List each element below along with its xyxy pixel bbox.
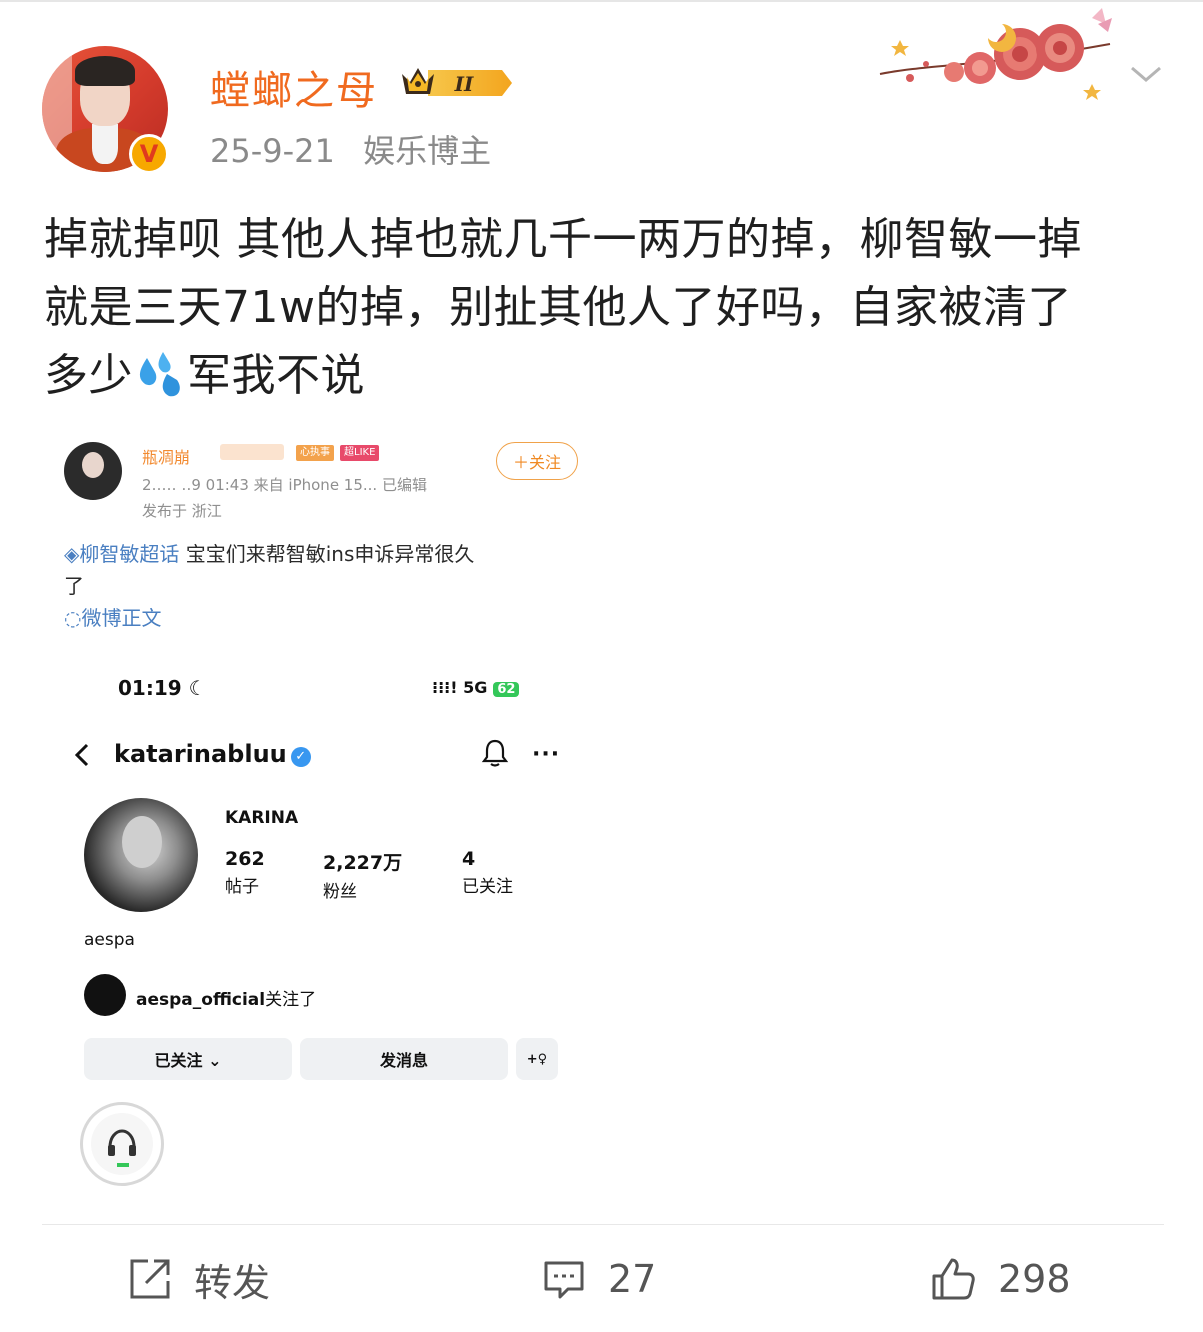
top-divider: [0, 0, 1203, 2]
more-options-icon: ···: [532, 742, 561, 767]
embed-post-text: ◈柳智敏超话 宝宝们来帮智敏ins申诉异常很久了: [64, 538, 484, 602]
like-button[interactable]: 298: [930, 1252, 1071, 1306]
ig-message-button: 发消息: [300, 1038, 508, 1080]
ig-stat-followers: 2,227万 粉丝: [323, 852, 403, 902]
sweat-droplets-icon: [139, 352, 180, 397]
chevron-down-icon[interactable]: [1128, 62, 1164, 86]
embed-badge-1: 心执事: [296, 445, 334, 461]
back-arrow-icon: [74, 743, 89, 767]
ig-username: katarinabluu ✓: [114, 740, 311, 768]
post-text-line-3: 多少 军我不说: [44, 342, 1174, 410]
ig-following-button: 已关注 ⌄: [84, 1038, 292, 1080]
embedded-screenshot[interactable]: 瓶凋崩 心执事 超LIKE ＋关注 2…‥ ‥9 01:43 来自 iPhone…: [44, 432, 600, 1192]
comment-button[interactable]: 27: [542, 1252, 656, 1306]
comment-icon: [544, 1261, 584, 1299]
username[interactable]: 螳螂之母: [210, 58, 378, 116]
ig-followed-by: aespa_official关注了: [136, 990, 317, 1010]
embed-user-avatar: [64, 442, 122, 500]
post-text-line-3a: 多少: [44, 350, 133, 401]
thumbs-up-icon: [932, 1258, 975, 1300]
ig-verified-icon: ✓: [290, 747, 311, 767]
user-tag: 娱乐博主: [363, 132, 492, 170]
post-text-line-1: 掉就掉呗 其他人掉也就几千一两万的掉，柳智敏一掉: [44, 214, 1082, 265]
repost-label: 转发: [194, 1260, 271, 1305]
ig-add-friend-button: +♀: [516, 1038, 558, 1080]
embed-username: 瓶凋崩: [142, 448, 191, 467]
aespa-logo-icon: [84, 974, 126, 1016]
rose-decoration-icon: [879, 8, 1112, 100]
headphones-icon: [108, 1129, 136, 1156]
ig-display-name: KARINA: [225, 808, 299, 828]
post-date: 25-9-21: [210, 132, 335, 170]
phone-signal-text: ⁝⁝⁝! 5G: [432, 678, 488, 697]
post-text: 掉就掉呗 其他人掉也就几千一两万的掉，柳智敏一掉 就是三天71w的掉，别扯其他人…: [44, 206, 1174, 410]
repost-button[interactable]: 转发: [128, 1252, 270, 1306]
repost-icon: [130, 1259, 170, 1299]
phone-signal: ⁝⁝⁝! 5G 62: [432, 678, 520, 697]
ig-bio: aespa: [84, 930, 135, 950]
embed-follow-button: ＋关注: [496, 442, 578, 480]
vip-level-label: II: [454, 72, 474, 96]
action-divider: [42, 1224, 1164, 1225]
ig-highlight-headphones: [80, 1102, 164, 1186]
verified-v-icon: V: [129, 134, 169, 174]
embed-blurred-name: [220, 444, 284, 460]
post-text-line-2: 就是三天71w的掉，别扯其他人了好吗，自家被清了: [44, 282, 1072, 333]
ig-profile-avatar: [84, 798, 198, 912]
embed-topic-link: ◈柳智敏超话: [64, 542, 180, 566]
ig-stat-following: 4 已关注: [462, 848, 513, 897]
embed-weibo-link: ◌微博正文: [64, 606, 162, 630]
like-count: 298: [998, 1257, 1071, 1301]
phone-time: 01:19 ☾: [118, 676, 207, 700]
ig-stat-posts: 262 帖子: [225, 848, 265, 897]
embed-time-source: 2…‥ ‥9 01:43 来自 iPhone 15... 已编辑: [142, 476, 427, 494]
ig-username-text: katarinabluu: [114, 740, 287, 768]
post-text-line-3b: 军我不说: [187, 350, 365, 401]
battery-icon: 62: [493, 682, 520, 697]
bell-icon: [481, 739, 509, 767]
vip-crown-badge-icon[interactable]: II: [398, 62, 516, 104]
embed-location: 发布于 浙江: [142, 502, 222, 520]
embed-badge-2: 超LIKE: [340, 445, 380, 461]
post-meta: 25-9-21 娱乐博主: [210, 126, 491, 172]
comment-count: 27: [608, 1257, 657, 1301]
